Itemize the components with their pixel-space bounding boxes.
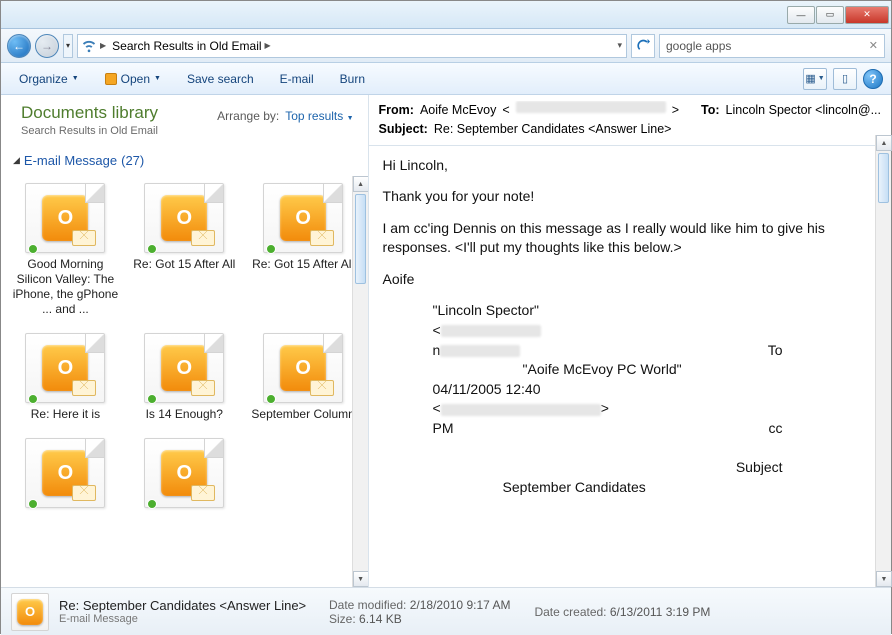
selected-file-title: Re: September Candidates <Answer Line> (59, 598, 319, 613)
date-modified-value: 2/18/2010 9:17 AM (410, 598, 511, 612)
help-button[interactable]: ? (863, 69, 883, 89)
email-file-icon: O (25, 438, 105, 508)
status-dot-icon (28, 244, 38, 254)
group-label: E-mail Message (24, 153, 117, 168)
crumb-arrow-icon[interactable]: ▶ (100, 41, 106, 50)
status-dot-icon (266, 394, 276, 404)
details-pane: O Re: September Candidates <Answer Line>… (1, 587, 891, 635)
to-value: Lincoln Spector <lincoln@... (726, 101, 881, 120)
back-button[interactable]: ← (7, 34, 31, 58)
date-created-value: 6/13/2011 3:19 PM (610, 605, 711, 619)
preview-pane: From: Aoife McEvoy <> To: Lincoln Specto… (369, 95, 891, 587)
email-file-icon: O (25, 183, 105, 253)
email-file-item[interactable]: O September Column (245, 328, 362, 427)
breadcrumb-text: Search Results in Old Email (112, 39, 261, 53)
file-label: Re: Got 15 After All (133, 257, 235, 272)
clear-search-icon[interactable]: ✕ (869, 39, 878, 52)
subject-value: Re: September Candidates <Answer Line> (434, 120, 672, 139)
save-search-button[interactable]: Save search (177, 68, 264, 90)
email-file-icon: O (263, 183, 343, 253)
library-subtitle: Search Results in Old Email (21, 125, 158, 137)
size-value: 6.14 KB (359, 612, 402, 626)
preview-scrollbar[interactable]: ▲ ▼ (875, 135, 891, 587)
email-file-icon: O (144, 183, 224, 253)
message-header: From: Aoife McEvoy <> To: Lincoln Specto… (369, 95, 891, 146)
arrange-by-value[interactable]: Top results ▼ (285, 109, 353, 123)
search-text: google apps (666, 39, 731, 53)
email-file-icon: O (25, 333, 105, 403)
scroll-thumb[interactable] (878, 153, 889, 203)
status-dot-icon (28, 394, 38, 404)
status-dot-icon (28, 499, 38, 509)
email-file-item[interactable]: O (7, 433, 124, 517)
collapse-icon: ◢ (13, 155, 20, 166)
group-header[interactable]: ◢ E-mail Message (27) (1, 143, 368, 176)
email-file-icon: O (144, 438, 224, 508)
library-title: Documents library (21, 103, 158, 123)
email-file-icon: O (144, 333, 224, 403)
scroll-up-button[interactable]: ▲ (876, 135, 892, 151)
chevron-down-icon: ▼ (347, 115, 354, 122)
status-dot-icon (266, 244, 276, 254)
chevron-down-icon: ▼ (154, 75, 161, 82)
maximize-button[interactable]: ▭ (816, 6, 844, 24)
navigation-bar: ← → ▾ ▶ Search Results in Old Email ▶ ▾ … (1, 29, 891, 63)
titlebar: — ▭ ✕ (1, 1, 891, 29)
email-file-item[interactable]: O Re: Here it is (7, 328, 124, 427)
selected-file-type: E-mail Message (59, 613, 319, 625)
status-dot-icon (147, 394, 157, 404)
chevron-down-icon: ▼ (72, 75, 79, 82)
email-file-item[interactable]: O Good Morning Silicon Valley: The iPhon… (7, 178, 124, 322)
quoted-block: "Lincoln Spector" < nTo "Aoife McEvoy PC… (433, 301, 877, 497)
status-dot-icon (147, 244, 157, 254)
group-count: (27) (121, 153, 144, 168)
burn-button[interactable]: Burn (330, 68, 375, 90)
scroll-down-button[interactable]: ▼ (353, 571, 368, 587)
email-file-item[interactable]: O Is 14 Enough? (126, 328, 243, 427)
scroll-down-button[interactable]: ▼ (876, 571, 892, 587)
message-body: Hi Lincoln, Thank you for your note! I a… (369, 146, 891, 588)
file-type-icon: O (11, 593, 49, 631)
crumb-arrow-icon[interactable]: ▶ (265, 41, 271, 50)
email-button[interactable]: E-mail (270, 68, 324, 90)
file-label: Re: Got 15 After All (252, 257, 354, 272)
file-label: Is 14 Enough? (146, 407, 223, 422)
minimize-button[interactable]: — (787, 6, 815, 24)
view-mode-button[interactable]: ▦▼ (803, 68, 827, 90)
file-label: Good Morning Silicon Valley: The iPhone,… (10, 257, 121, 317)
from-address-redacted (516, 101, 666, 113)
arrange-by-label: Arrange by: (217, 109, 279, 123)
from-value: Aoife McEvoy (420, 101, 496, 120)
search-input[interactable]: google apps ✕ (659, 34, 885, 58)
file-label: September Column (251, 407, 354, 422)
open-icon (105, 73, 117, 85)
file-label: Re: Here it is (31, 407, 100, 422)
results-pane: Documents library Search Results in Old … (1, 95, 369, 587)
breadcrumb-dropdown-icon[interactable]: ▾ (617, 40, 622, 51)
location-icon (82, 39, 96, 53)
scroll-thumb[interactable] (355, 194, 366, 284)
refresh-icon (637, 39, 650, 52)
history-dropdown[interactable]: ▾ (63, 34, 73, 58)
email-file-item[interactable]: O (126, 433, 243, 517)
scroll-up-button[interactable]: ▲ (353, 176, 368, 192)
to-label: To: (701, 101, 720, 120)
open-button[interactable]: Open▼ (95, 68, 171, 90)
close-button[interactable]: ✕ (845, 6, 889, 24)
email-file-icon: O (263, 333, 343, 403)
organize-button[interactable]: Organize▼ (9, 68, 89, 90)
email-file-item[interactable]: O Re: Got 15 After All (245, 178, 362, 322)
vertical-scrollbar[interactable]: ▲ ▼ (352, 176, 368, 587)
breadcrumb[interactable]: ▶ Search Results in Old Email ▶ ▾ (77, 34, 627, 58)
preview-pane-button[interactable]: ▯ (833, 68, 857, 90)
refresh-button[interactable] (631, 34, 655, 58)
breadcrumb-item[interactable]: Search Results in Old Email ▶ (110, 39, 273, 53)
forward-button[interactable]: → (35, 34, 59, 58)
status-dot-icon (147, 499, 157, 509)
from-label: From: (379, 101, 414, 120)
subject-label: Subject: (379, 120, 428, 139)
command-bar: Organize▼ Open▼ Save search E-mail Burn … (1, 63, 891, 95)
email-file-item[interactable]: O Re: Got 15 After All (126, 178, 243, 322)
